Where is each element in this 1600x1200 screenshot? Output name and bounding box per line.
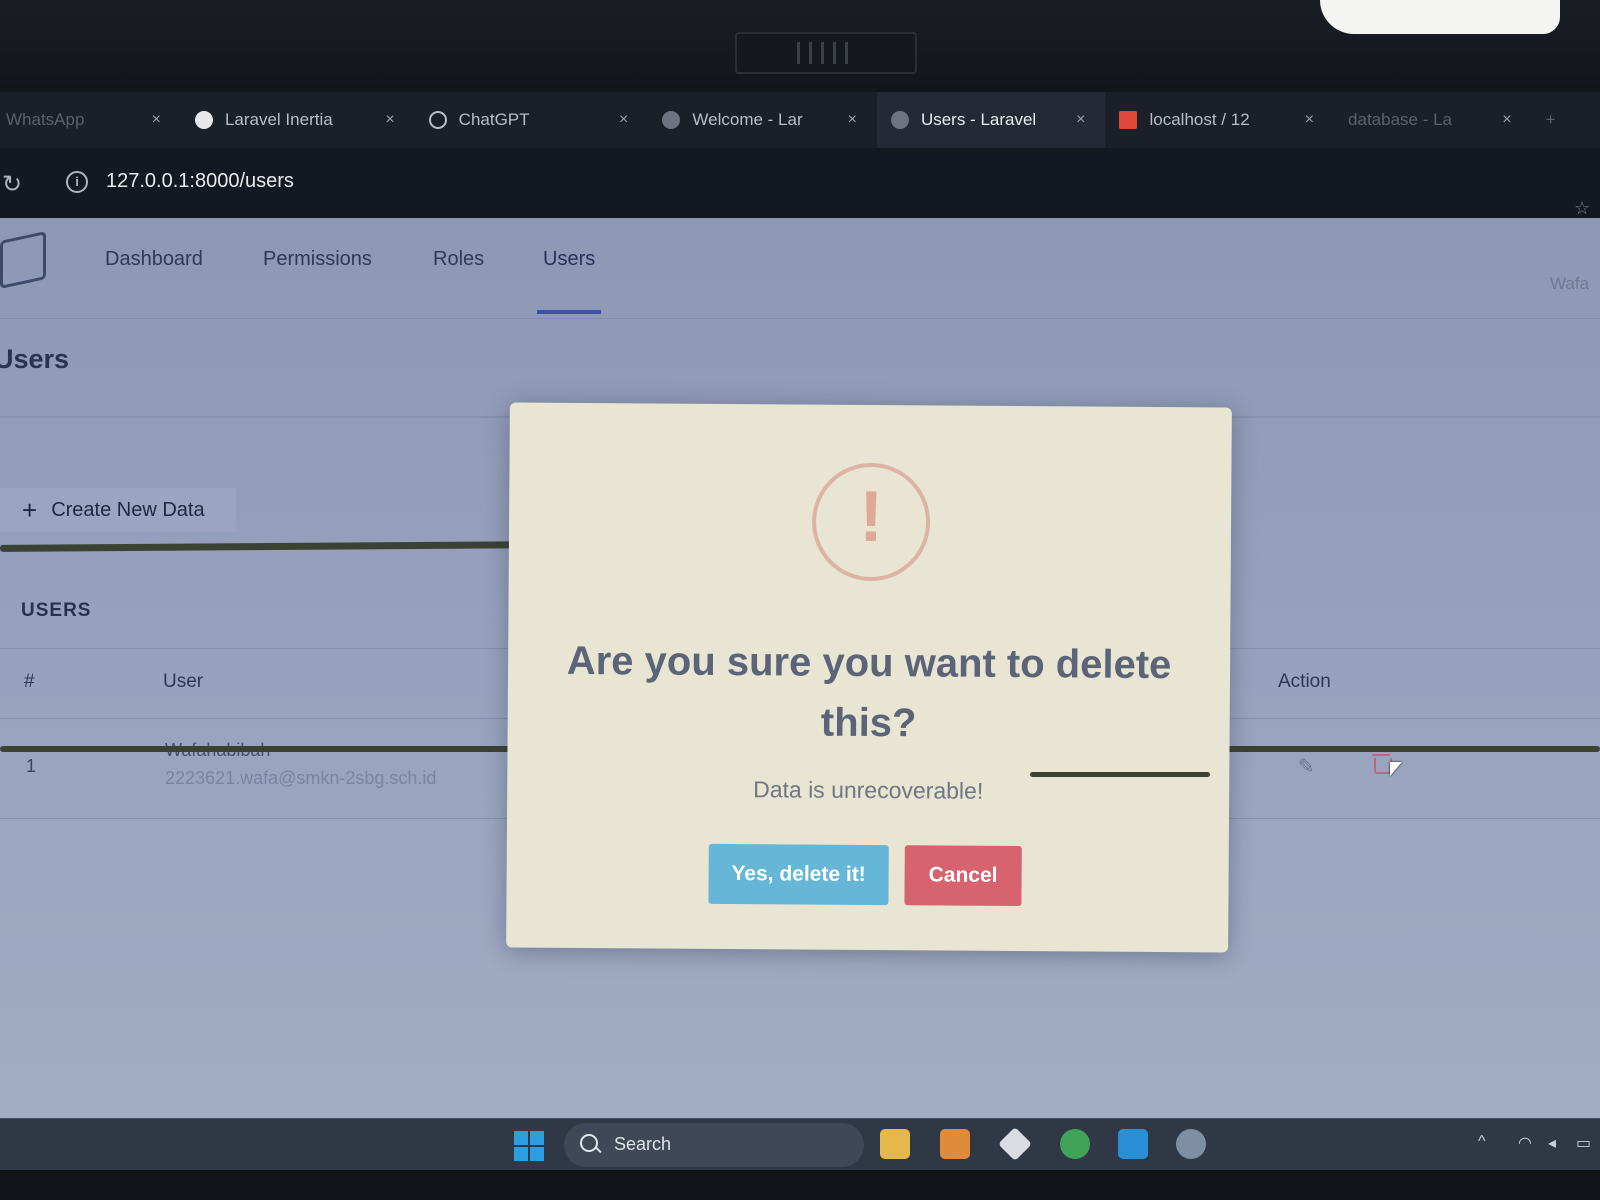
xampp-icon[interactable] — [940, 1129, 970, 1159]
laptop-bezel-bottom — [0, 1170, 1600, 1200]
tab-localhost[interactable]: localhost / 12 × — [1105, 92, 1334, 148]
tab-title: Laravel Inertia — [224, 110, 333, 129]
dialog-title: Are you sure you want to delete this? — [566, 638, 1172, 746]
exclamation-mark: ! — [858, 476, 884, 558]
tab-chatgpt[interactable]: ChatGPT × — [415, 92, 649, 148]
edit-icon[interactable]: ✎ — [1298, 754, 1315, 779]
phpmyadmin-icon — [1119, 111, 1138, 129]
nav-active-indicator — [537, 310, 601, 314]
tab-title: localhost / 12 — [1149, 110, 1250, 129]
table-section-label: USERS — [21, 600, 92, 621]
nav-users[interactable]: Users — [543, 248, 595, 271]
create-button-label: Create New Data — [51, 498, 205, 521]
tab-close-icon[interactable]: × — [619, 111, 628, 129]
tab-title: ChatGPT — [458, 110, 530, 129]
taskbar-search[interactable]: Search — [564, 1123, 864, 1167]
taskbar: Search ^ ◠ ◂ ▭ — [0, 1118, 1600, 1171]
user-menu[interactable]: Wafa — [1550, 274, 1589, 294]
tab-close-icon[interactable]: × — [385, 111, 394, 129]
tab-laravel-inertia[interactable]: Laravel Inertia × — [181, 92, 415, 148]
globe-icon — [890, 111, 909, 129]
windows-start-icon[interactable] — [514, 1131, 544, 1161]
bookmark-star-icon[interactable]: ☆ — [1574, 198, 1590, 219]
file-explorer-icon[interactable] — [880, 1129, 910, 1159]
tab-whatsapp[interactable]: WhatsApp × — [0, 92, 181, 148]
tab-close-icon[interactable]: × — [1305, 111, 1314, 129]
create-new-data-button[interactable]: + Create New Data — [0, 488, 236, 532]
column-header-action: Action — [1278, 671, 1331, 692]
cancel-button[interactable]: Cancel — [904, 845, 1022, 907]
laravel-logo-icon[interactable] — [0, 231, 46, 289]
url-field[interactable]: 127.0.0.1:8000/users — [106, 170, 294, 193]
chevron-up-icon[interactable]: ^ — [1478, 1133, 1486, 1151]
reload-icon[interactable]: ↻ — [2, 170, 22, 199]
search-icon — [580, 1134, 598, 1152]
volume-icon[interactable]: ◂ — [1548, 1133, 1556, 1153]
search-label: Search — [614, 1134, 672, 1154]
tab-close-icon[interactable]: × — [152, 111, 161, 129]
plus-icon: + — [22, 495, 38, 525]
pen-scribble — [0, 541, 539, 552]
pen-scribble — [1030, 772, 1210, 777]
user-email-cell: 2223621.wafa@smkn-2sbg.sch.id — [165, 768, 437, 788]
column-header-number: # — [24, 671, 35, 692]
mouse-cursor-icon — [1390, 762, 1402, 776]
tab-welcome[interactable]: Welcome - Lar × — [648, 92, 877, 148]
github-icon — [194, 111, 213, 129]
webcam — [735, 32, 917, 74]
tab-title: WhatsApp — [6, 110, 85, 129]
warning-icon: ! — [811, 462, 931, 582]
address-bar: ↻ i 127.0.0.1:8000/users ☆ — [0, 148, 1600, 218]
tab-close-icon[interactable]: × — [848, 111, 857, 129]
tab-close-icon[interactable]: × — [1502, 111, 1511, 129]
dialog-message: Data is unrecoverable! — [753, 776, 984, 804]
wifi-icon[interactable]: ◠ — [1518, 1133, 1532, 1153]
nav-permissions[interactable]: Permissions — [263, 248, 372, 271]
confirm-delete-button[interactable]: Yes, delete it! — [708, 843, 889, 906]
background-light — [1320, 0, 1560, 34]
column-header-user: User — [163, 671, 204, 692]
webcam-grille — [797, 42, 857, 64]
chrome-icon[interactable] — [1060, 1129, 1090, 1159]
navbar: Dashboard Permissions Roles Users Wafa — [0, 218, 1600, 319]
new-tab-button[interactable]: + — [1532, 92, 1600, 148]
info-icon[interactable]: i — [66, 171, 88, 193]
page-title: Users — [0, 344, 70, 374]
vscode-icon[interactable] — [1118, 1129, 1148, 1159]
tab-database[interactable]: database - La × — [1334, 92, 1532, 148]
browser-tab-strip: WhatsApp × Laravel Inertia × ChatGPT × W… — [0, 92, 1600, 148]
delete-confirmation-dialog: ! Are you sure you want to delete this? … — [506, 402, 1232, 953]
battery-icon[interactable]: ▭ — [1576, 1133, 1591, 1153]
chatgpt-icon — [428, 111, 447, 129]
plus-icon: + — [1545, 110, 1556, 129]
tab-title: database - La — [1348, 110, 1452, 129]
row-number: 1 — [26, 756, 37, 776]
globe-icon — [662, 111, 681, 129]
tab-users-laravel[interactable]: Users - Laravel × — [876, 92, 1106, 148]
laptop-bezel — [0, 0, 1600, 92]
nav-roles[interactable]: Roles — [433, 248, 484, 271]
tab-title: Welcome - Lar — [692, 110, 803, 129]
git-icon[interactable] — [998, 1127, 1032, 1161]
tab-title: Users - Laravel — [920, 110, 1037, 129]
tab-close-icon[interactable]: × — [1076, 111, 1085, 129]
settings-gear-icon[interactable] — [1176, 1129, 1206, 1159]
nav-dashboard[interactable]: Dashboard — [105, 248, 203, 271]
